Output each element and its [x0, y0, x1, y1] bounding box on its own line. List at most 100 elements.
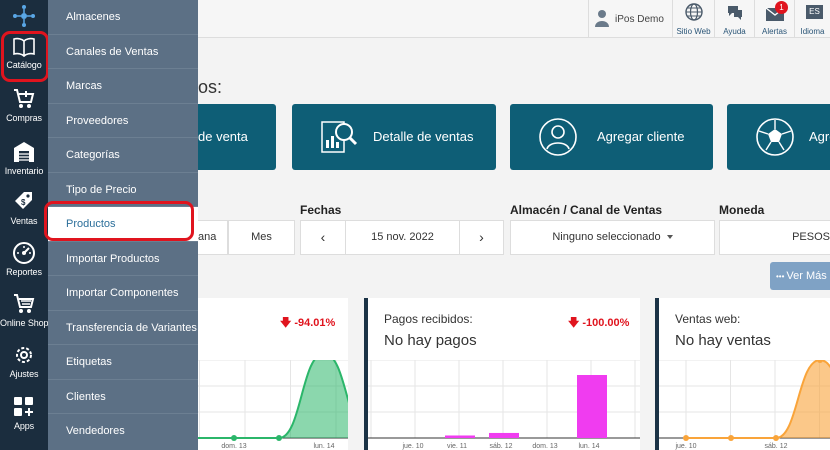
site-web-label: Sitio Web	[676, 27, 711, 36]
alerts-badge: 1	[775, 1, 788, 14]
see-more-button[interactable]: ••• Ver Más	[770, 262, 830, 290]
sidebar-item-compras[interactable]: Compras	[0, 87, 48, 123]
shopping-cart-icon	[14, 294, 35, 313]
submenu-item-clientes[interactable]: Clientes	[48, 380, 198, 414]
sales-change: 🡇 -94.01%	[280, 314, 335, 333]
new-sale-button[interactable]: de venta	[198, 104, 276, 170]
payments-change-value: -100.00%	[582, 317, 630, 329]
soccer-ball-icon	[756, 118, 794, 156]
sales-chart: dom. 13lun. 14mar. 15	[198, 360, 348, 450]
sales-card: 🡇-94.01% dom. 13lun. 14mar. 15	[198, 298, 348, 450]
web-sales-title: Ventas web:	[675, 312, 741, 326]
tick-label: sáb. 12	[765, 443, 788, 450]
period-month-button[interactable]: Mes	[228, 220, 295, 255]
tick-label: jue. 10	[401, 443, 423, 450]
series-area	[198, 360, 348, 438]
sidebar-item-inventario[interactable]: Inventario	[0, 140, 48, 176]
bar	[445, 435, 475, 438]
see-more-label: Ver Más	[786, 270, 827, 282]
globe-icon	[684, 3, 703, 21]
user-menu[interactable]: iPos Demo	[588, 0, 672, 38]
tick-label: dom. 13	[221, 443, 246, 450]
payments-title: Pagos recibidos:	[384, 312, 473, 326]
sales-change-value: -94.01%	[294, 317, 336, 329]
sales-detail-button[interactable]: Detalle de ventas	[292, 104, 496, 170]
add-customer-button[interactable]: Agregar cliente	[510, 104, 713, 170]
prev-date-button[interactable]: ‹	[300, 220, 346, 255]
tick-label: vie. 11	[447, 443, 467, 450]
sports-button[interactable]: Agre	[727, 104, 830, 170]
payments-value: No hay pagos	[384, 332, 477, 349]
submenu-item-importar-componentes[interactable]: Importar Componentes	[48, 276, 198, 311]
cart-plus-icon	[14, 89, 35, 108]
tick-label: lun. 14	[313, 443, 334, 450]
store-channel-select[interactable]: Ninguno seleccionado	[510, 220, 715, 255]
sidebar-item-label: Compras	[6, 113, 42, 123]
submenu-item-canales-de-ventas[interactable]: Canales de Ventas	[48, 35, 198, 69]
language-button[interactable]: ES Idioma	[794, 0, 830, 38]
sidebar-item-label: Ventas	[10, 216, 38, 226]
sidebar-item-label: Ajustes	[9, 369, 39, 379]
price-tag-icon: $	[15, 192, 32, 209]
submenu-item-productos[interactable]: Productos	[48, 207, 198, 242]
arrow-down-icon: 🡇	[568, 317, 580, 329]
sidebar-item-label: Inventario	[4, 166, 44, 176]
sidebar-item-online-shop[interactable]: Online Shop	[0, 292, 49, 328]
alerts-label: Alertas	[762, 27, 787, 36]
gear-icon	[16, 347, 32, 363]
help-label: Ayuda	[723, 27, 746, 36]
user-circle-icon	[539, 118, 577, 156]
sidebar-item-ventas[interactable]: $ Ventas	[0, 190, 48, 226]
svg-text:$: $	[21, 198, 26, 207]
site-web-button[interactable]: Sitio Web	[672, 0, 714, 38]
data-point	[683, 435, 689, 441]
submenu-item-marcas[interactable]: Marcas	[48, 69, 198, 104]
sidebar-item-catalogo[interactable]: Catálogo	[0, 36, 48, 70]
data-point	[276, 435, 282, 441]
catalog-submenu: Almacenes Canales de Ventas Marcas Prove…	[48, 0, 198, 450]
sidebar-item-reportes[interactable]: Reportes	[0, 241, 48, 277]
sidebar-item-home[interactable]	[0, 4, 48, 28]
payments-chart: jue. 10 vie. 11 sáb. 12 dom. 13 lun. 14	[368, 360, 640, 450]
sidebar-item-label: Reportes	[6, 267, 42, 277]
user-name: iPos Demo	[615, 14, 664, 25]
web-sales-chart: jue. 10 sáb. 12	[659, 360, 830, 450]
store-channel-label: Almacén / Canal de Ventas	[510, 203, 663, 217]
data-point	[773, 435, 779, 441]
date-field[interactable]: 15 nov. 2022	[345, 220, 460, 255]
submenu-item-proveedores[interactable]: Proveedores	[48, 104, 198, 138]
warehouse-icon	[14, 142, 34, 162]
arrow-down-icon: 🡇	[280, 317, 292, 329]
dates-label: Fechas	[300, 203, 342, 217]
data-point	[728, 435, 734, 441]
next-date-button[interactable]: ›	[459, 220, 504, 255]
sidebar-item-label: Catálogo	[6, 60, 42, 70]
submenu-item-categorias[interactable]: Categorías	[48, 138, 198, 173]
sports-label: Agre	[809, 129, 830, 144]
bar	[577, 375, 607, 438]
submenu-item-importar-productos[interactable]: Importar Productos	[48, 242, 198, 276]
submenu-item-vendedores[interactable]: Vendedores	[48, 414, 198, 449]
top-bar: iPos Demo Sitio Web Ayuda 1 Alertas ES I…	[198, 0, 830, 38]
tick-label: jue. 10	[674, 443, 696, 450]
new-sale-label: de venta	[198, 129, 248, 144]
report-search-icon	[321, 121, 358, 153]
sales-detail-label: Detalle de ventas	[373, 129, 474, 144]
store-channel-value: Ninguno seleccionado	[552, 231, 661, 243]
sidebar-item-apps[interactable]: Apps	[0, 395, 48, 431]
submenu-item-tipo-de-precio[interactable]: Tipo de Precio	[48, 173, 198, 207]
submenu-item-transferencia-de-variantes[interactable]: Transferencia de Variantes	[48, 311, 198, 345]
alerts-button[interactable]: 1 Alertas	[754, 0, 794, 38]
submenu-item-etiquetas[interactable]: Etiquetas	[48, 345, 198, 380]
sidebar-item-label: Apps	[13, 421, 35, 431]
period-week-button[interactable]: ana	[198, 220, 228, 255]
network-icon	[13, 5, 35, 27]
help-button[interactable]: Ayuda	[714, 0, 754, 38]
language-label: Idioma	[800, 27, 825, 36]
currency-select[interactable]: PESOS	[719, 220, 830, 255]
dots-icon: •••	[776, 272, 785, 281]
sidebar-item-ajustes[interactable]: Ajustes	[0, 343, 48, 379]
quick-actions-heading: os:	[198, 77, 223, 97]
submenu-item-almacenes[interactable]: Almacenes	[48, 0, 198, 35]
tick-label: lun. 14	[578, 443, 599, 450]
